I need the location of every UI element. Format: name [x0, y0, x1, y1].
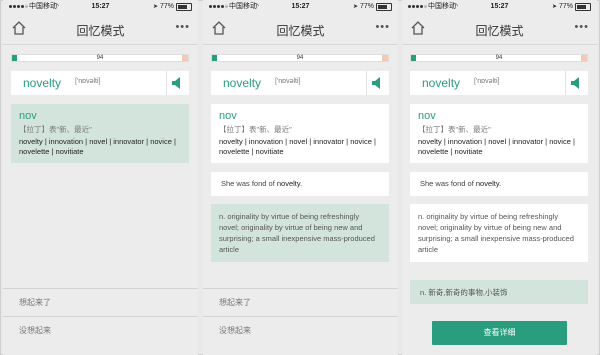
root-card: nov 【拉丁】表"新、最近" novelty | innovation | n… [211, 104, 389, 163]
word-family: novelty | innovation | novel | innovator… [19, 137, 176, 156]
root-card: nov 【拉丁】表"新、最近" novelty | innovation | n… [410, 104, 588, 163]
battery-icon [176, 3, 192, 11]
example-highlight: novelty [276, 179, 301, 188]
definition-card: n. originality by virtue of being refres… [410, 204, 588, 262]
phone-screen-2: 中国移动 ◠ 15:27 ➤ 77% 回忆模式 ••• 94 novelty [… [203, 0, 398, 355]
word-family: novelty | innovation | novel | innovator… [219, 137, 376, 156]
chinese-definition-card: n. 新奇,新奇的事物,小装饰 [410, 280, 588, 304]
word-root: nov [219, 110, 237, 122]
definition-card: n. originality by virtue of being refres… [211, 204, 389, 262]
word-card: novelty ['nɒvəlti] [211, 71, 389, 95]
phone-screen-3: 中国移动 ◠ 15:27 ➤ 77% 回忆模式 ••• 94 novelty [… [402, 0, 597, 355]
headword: novelty [223, 76, 262, 90]
progress-bar: 94 [410, 54, 588, 62]
location-icon: ➤ [352, 4, 358, 10]
example-sentence: She was fond of novelty. [420, 179, 502, 188]
phone-screen-1: 中国移动 ◠ 15:27 ➤ 77% 回忆模式 ••• 94 novelty [… [3, 0, 198, 355]
not-remembered-button[interactable]: 没想起来 [203, 316, 398, 344]
status-bar: 中国移动 ◠ 15:27 ➤ 77% [3, 0, 198, 14]
more-menu-icon[interactable]: ••• [175, 21, 190, 33]
nav-bar: 回忆模式 ••• [402, 14, 597, 45]
status-bar: 中国移动 ◠ 15:27 ➤ 77% [402, 0, 597, 14]
chinese-definition: n. 新奇,新奇的事物,小装饰 [420, 288, 508, 297]
location-icon: ➤ [551, 4, 557, 10]
nav-bar: 回忆模式 ••• [203, 14, 398, 45]
speaker-icon[interactable] [166, 71, 189, 95]
page-title: 回忆模式 [276, 24, 325, 38]
root-origin: 【拉丁】表"新、最近" [219, 125, 292, 134]
page-title: 回忆模式 [76, 24, 125, 38]
battery-percent: 77% [159, 3, 174, 10]
progress-count: 94 [495, 55, 503, 61]
word-root: nov [418, 110, 436, 122]
word-card: novelty ['nɒvəlti] [410, 71, 588, 95]
progress-bar: 94 [211, 54, 389, 62]
status-bar: 中国移动 ◠ 15:27 ➤ 77% [203, 0, 398, 14]
word-root: nov [19, 110, 37, 122]
word-card: novelty ['nɒvəlti] [11, 71, 189, 95]
example-highlight: novelty [475, 179, 500, 188]
root-origin: 【拉丁】表"新、最近" [19, 125, 92, 134]
battery-icon [376, 3, 392, 11]
location-icon: ➤ [152, 4, 158, 10]
headword: novelty [422, 76, 461, 90]
speaker-icon[interactable] [565, 71, 588, 95]
progress-count: 94 [296, 55, 304, 61]
phonetic: ['nɒvəlti] [75, 78, 101, 85]
not-remembered-button[interactable]: 没想起来 [3, 316, 198, 344]
word-family: novelty | innovation | novel | innovator… [418, 137, 575, 156]
example-sentence-card: She was fond of novelty. [410, 172, 588, 196]
example-sentence-card: She was fond of novelty. [211, 172, 389, 196]
example-sentence: She was fond of novelty. [221, 179, 303, 188]
battery-percent: 77% [558, 3, 573, 10]
progress-bar: 94 [11, 54, 189, 62]
remembered-button[interactable]: 想起来了 [203, 288, 398, 316]
phonetic: ['nɒvəlti] [275, 78, 301, 85]
nav-bar: 回忆模式 ••• [3, 14, 198, 45]
battery-percent: 77% [359, 3, 374, 10]
speaker-icon[interactable] [366, 71, 389, 95]
page-title: 回忆模式 [475, 24, 524, 38]
headword: novelty [23, 76, 62, 90]
root-origin: 【拉丁】表"新、最近" [418, 125, 491, 134]
more-menu-icon[interactable]: ••• [574, 21, 589, 33]
root-card: nov 【拉丁】表"新、最近" novelty | innovation | n… [11, 104, 189, 163]
remembered-button[interactable]: 想起来了 [3, 288, 198, 316]
progress-count: 94 [96, 55, 104, 61]
view-details-button[interactable]: 查看详细 [432, 321, 567, 345]
more-menu-icon[interactable]: ••• [375, 21, 390, 33]
phonetic: ['nɒvəlti] [474, 78, 500, 85]
battery-icon [575, 3, 591, 11]
